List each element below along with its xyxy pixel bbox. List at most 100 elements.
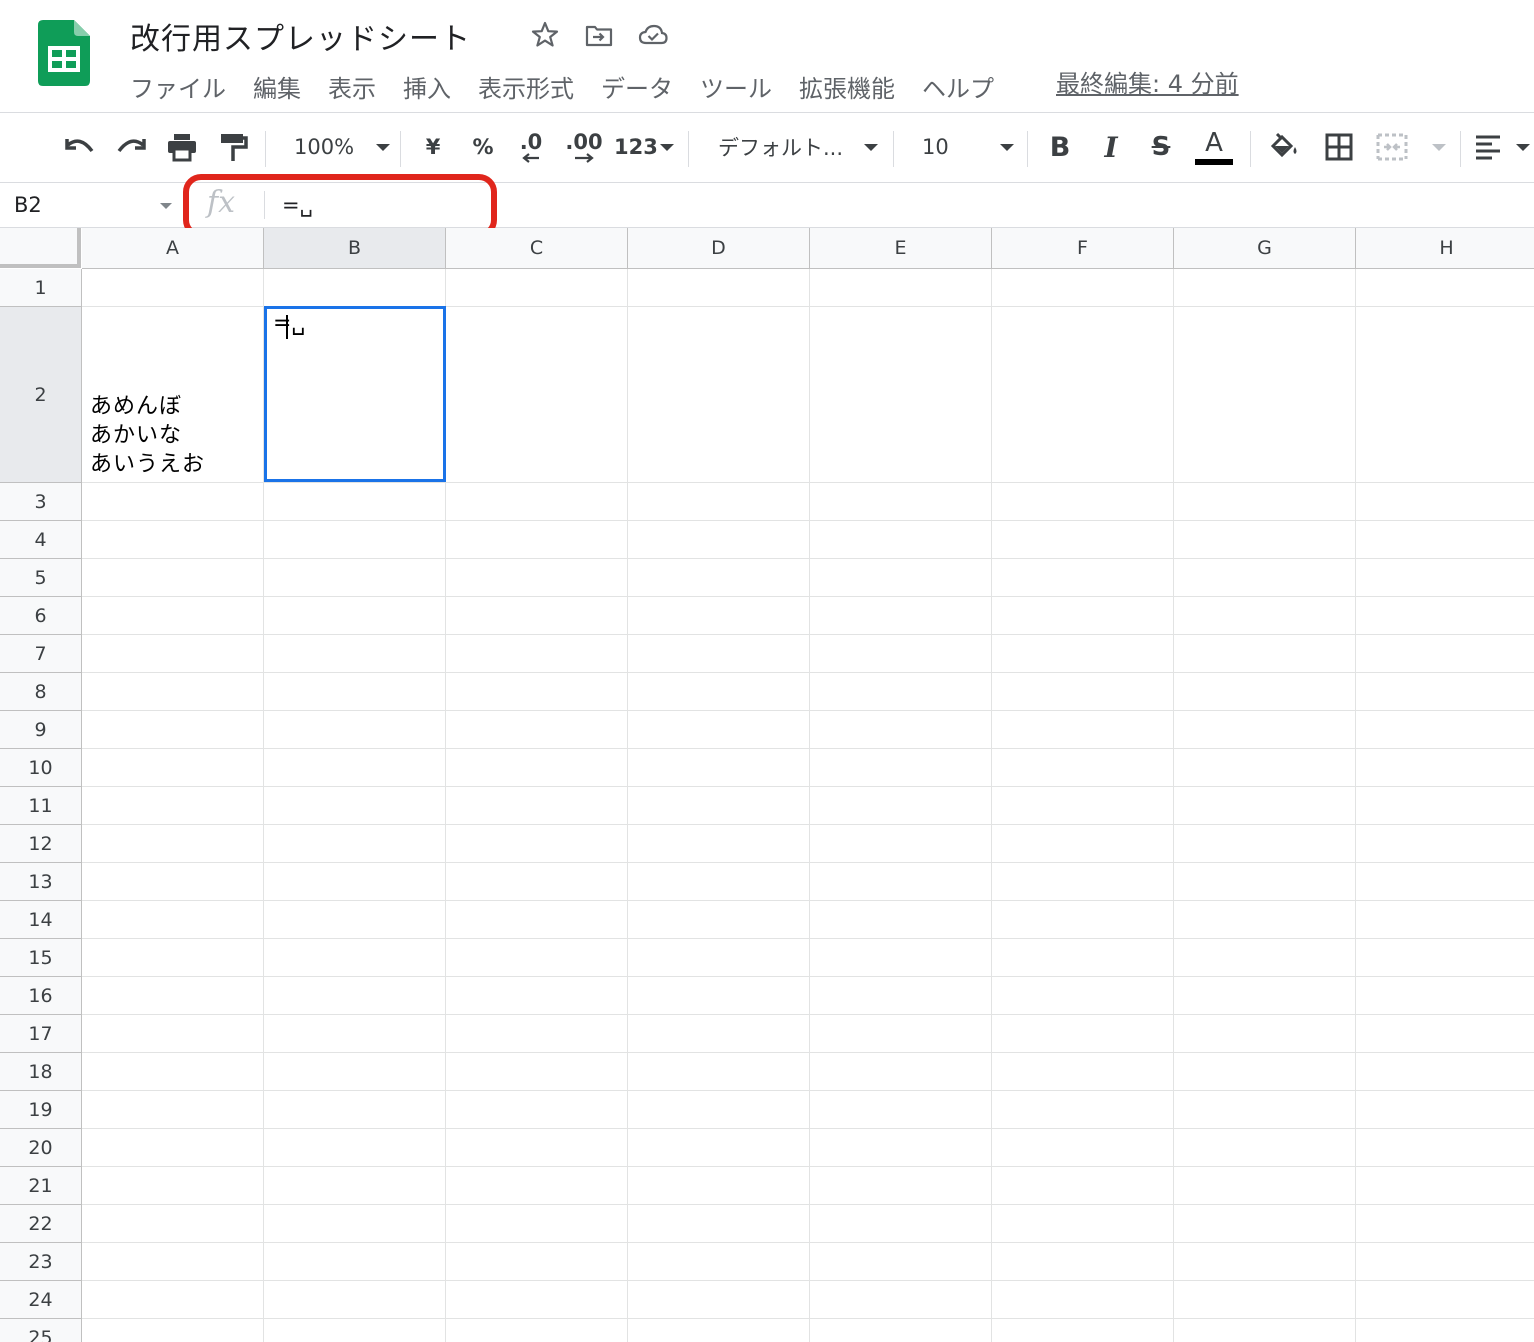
cell-f11[interactable] bbox=[992, 787, 1174, 825]
row-header-9[interactable]: 9 bbox=[0, 711, 82, 749]
cell-a9[interactable] bbox=[82, 711, 264, 749]
cell-c2[interactable] bbox=[446, 307, 628, 483]
cell-f10[interactable] bbox=[992, 749, 1174, 787]
cell-c21[interactable] bbox=[446, 1167, 628, 1205]
cell-f1[interactable] bbox=[992, 269, 1174, 307]
cell-b20[interactable] bbox=[264, 1129, 446, 1167]
cell-e18[interactable] bbox=[810, 1053, 992, 1091]
cell-h23[interactable] bbox=[1356, 1243, 1534, 1281]
cell-f8[interactable] bbox=[992, 673, 1174, 711]
cell-e13[interactable] bbox=[810, 863, 992, 901]
cell-f17[interactable] bbox=[992, 1015, 1174, 1053]
column-header-d[interactable]: D bbox=[628, 228, 810, 269]
row-header-14[interactable]: 14 bbox=[0, 901, 82, 939]
cell-f16[interactable] bbox=[992, 977, 1174, 1015]
cell-g14[interactable] bbox=[1174, 901, 1356, 939]
cell-a14[interactable] bbox=[82, 901, 264, 939]
cell-g25[interactable] bbox=[1174, 1319, 1356, 1342]
cell-g2[interactable] bbox=[1174, 307, 1356, 483]
cell-c24[interactable] bbox=[446, 1281, 628, 1319]
cell-b10[interactable] bbox=[264, 749, 446, 787]
cell-e7[interactable] bbox=[810, 635, 992, 673]
menu-help[interactable]: ヘルプ bbox=[922, 69, 994, 104]
cell-a1[interactable] bbox=[82, 269, 264, 307]
cell-b9[interactable] bbox=[264, 711, 446, 749]
column-header-f[interactable]: F bbox=[992, 228, 1174, 269]
cell-g23[interactable] bbox=[1174, 1243, 1356, 1281]
cell-a16[interactable] bbox=[82, 977, 264, 1015]
menu-file[interactable]: ファイル bbox=[130, 69, 226, 104]
cell-b21[interactable] bbox=[264, 1167, 446, 1205]
cell-h3[interactable] bbox=[1356, 483, 1534, 521]
font-size-select[interactable]: 10 bbox=[908, 125, 1014, 169]
cell-h11[interactable] bbox=[1356, 787, 1534, 825]
font-family-select[interactable]: デフォルト... bbox=[704, 125, 878, 169]
cell-d13[interactable] bbox=[628, 863, 810, 901]
cell-d9[interactable] bbox=[628, 711, 810, 749]
cell-e20[interactable] bbox=[810, 1129, 992, 1167]
cell-g22[interactable] bbox=[1174, 1205, 1356, 1243]
chevron-down-icon[interactable] bbox=[160, 203, 172, 209]
cell-e6[interactable] bbox=[810, 597, 992, 635]
cell-b7[interactable] bbox=[264, 635, 446, 673]
cell-g5[interactable] bbox=[1174, 559, 1356, 597]
cell-a22[interactable] bbox=[82, 1205, 264, 1243]
cell-e22[interactable] bbox=[810, 1205, 992, 1243]
cell-c1[interactable] bbox=[446, 269, 628, 307]
cell-f4[interactable] bbox=[992, 521, 1174, 559]
cell-d17[interactable] bbox=[628, 1015, 810, 1053]
cell-h17[interactable] bbox=[1356, 1015, 1534, 1053]
cell-f24[interactable] bbox=[992, 1281, 1174, 1319]
cell-f7[interactable] bbox=[992, 635, 1174, 673]
move-to-folder-icon[interactable] bbox=[584, 20, 614, 50]
italic-button[interactable]: I bbox=[1094, 125, 1128, 169]
cell-e3[interactable] bbox=[810, 483, 992, 521]
cell-f23[interactable] bbox=[992, 1243, 1174, 1281]
cell-h15[interactable] bbox=[1356, 939, 1534, 977]
cell-e9[interactable] bbox=[810, 711, 992, 749]
row-header-5[interactable]: 5 bbox=[0, 559, 82, 597]
cell-e12[interactable] bbox=[810, 825, 992, 863]
row-header-4[interactable]: 4 bbox=[0, 521, 82, 559]
cell-a13[interactable] bbox=[82, 863, 264, 901]
cell-f2[interactable] bbox=[992, 307, 1174, 483]
cell-b11[interactable] bbox=[264, 787, 446, 825]
formula-input[interactable]: =␣ bbox=[282, 189, 882, 221]
name-box[interactable]: B2 bbox=[14, 189, 164, 221]
cell-h24[interactable] bbox=[1356, 1281, 1534, 1319]
column-header-h[interactable]: H bbox=[1356, 228, 1534, 269]
cell-e5[interactable] bbox=[810, 559, 992, 597]
cell-g17[interactable] bbox=[1174, 1015, 1356, 1053]
cell-c7[interactable] bbox=[446, 635, 628, 673]
cell-b13[interactable] bbox=[264, 863, 446, 901]
paint-format-button[interactable] bbox=[215, 125, 251, 169]
cell-g12[interactable] bbox=[1174, 825, 1356, 863]
cell-c5[interactable] bbox=[446, 559, 628, 597]
cell-h14[interactable] bbox=[1356, 901, 1534, 939]
print-button[interactable] bbox=[164, 125, 200, 169]
cell-a18[interactable] bbox=[82, 1053, 264, 1091]
row-header-18[interactable]: 18 bbox=[0, 1053, 82, 1091]
cell-h9[interactable] bbox=[1356, 711, 1534, 749]
cell-c9[interactable] bbox=[446, 711, 628, 749]
cell-a15[interactable] bbox=[82, 939, 264, 977]
cell-d1[interactable] bbox=[628, 269, 810, 307]
cell-e16[interactable] bbox=[810, 977, 992, 1015]
cell-d8[interactable] bbox=[628, 673, 810, 711]
column-header-b[interactable]: B bbox=[264, 228, 446, 269]
cell-d12[interactable] bbox=[628, 825, 810, 863]
cell-g6[interactable] bbox=[1174, 597, 1356, 635]
cell-b25[interactable] bbox=[264, 1319, 446, 1342]
cell-b22[interactable] bbox=[264, 1205, 446, 1243]
cell-c25[interactable] bbox=[446, 1319, 628, 1342]
row-header-22[interactable]: 22 bbox=[0, 1205, 82, 1243]
cell-a25[interactable] bbox=[82, 1319, 264, 1342]
cell-f6[interactable] bbox=[992, 597, 1174, 635]
cell-h18[interactable] bbox=[1356, 1053, 1534, 1091]
cell-h6[interactable] bbox=[1356, 597, 1534, 635]
borders-button[interactable] bbox=[1321, 125, 1357, 169]
cell-d11[interactable] bbox=[628, 787, 810, 825]
cell-b1[interactable] bbox=[264, 269, 446, 307]
cloud-saved-icon[interactable] bbox=[638, 20, 668, 50]
row-header-13[interactable]: 13 bbox=[0, 863, 82, 901]
